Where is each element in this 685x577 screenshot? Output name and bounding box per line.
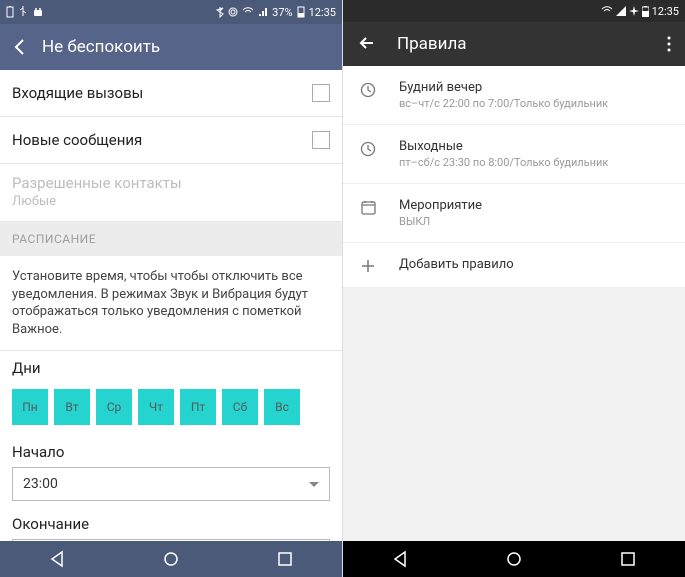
status-bar: 12:35 xyxy=(343,0,685,22)
header-title: Правила xyxy=(397,34,645,54)
airplane-icon xyxy=(629,6,639,16)
battery-status-icon xyxy=(297,6,305,18)
app-header: Не беспокоить xyxy=(0,24,342,70)
left-phone: 37% 12:35 Не беспокоить Входящие вызовы … xyxy=(0,0,343,577)
status-time: 12:35 xyxy=(652,5,679,18)
nav-recent-icon[interactable] xyxy=(619,550,637,568)
day-chip-mon[interactable]: Пн xyxy=(12,389,48,425)
rule-weekend[interactable]: Выходные пт–сб/с 23:30 по 8:00/Только бу… xyxy=(343,125,685,184)
bluetooth-icon xyxy=(216,6,224,18)
rule-secondary: пт–сб/с 23:30 по 8:00/Только будильник xyxy=(399,156,608,169)
clock-icon xyxy=(359,141,377,157)
status-time: 12:35 xyxy=(309,6,336,19)
rule-primary: Добавить правило xyxy=(399,257,514,272)
day-chip-fri[interactable]: Пт xyxy=(180,389,216,425)
nav-home-icon[interactable] xyxy=(505,550,523,568)
incoming-checkbox[interactable] xyxy=(312,84,330,102)
rule-weeknight[interactable]: Будний вечер вс–чт/с 22:00 по 7:00/Тольк… xyxy=(343,66,685,125)
plus-icon xyxy=(359,259,377,273)
rule-primary: Мероприятие xyxy=(399,198,482,213)
wifi-icon xyxy=(601,6,613,16)
day-chip-sun[interactable]: Вс xyxy=(264,389,300,425)
end-label: Окончание xyxy=(12,515,330,533)
row-allowed-contacts: Разрешенные контакты Любые xyxy=(0,164,342,222)
nav-back-icon[interactable] xyxy=(48,550,66,568)
left-content: Входящие вызовы Новые сообщения Разрешен… xyxy=(0,70,342,541)
start-value: 23:00 xyxy=(23,476,58,492)
rule-event[interactable]: Мероприятие ВЫКЛ xyxy=(343,184,685,243)
start-label: Начало xyxy=(12,443,330,461)
signal-icon xyxy=(616,6,626,16)
contacts-primary: Разрешенные контакты xyxy=(12,174,330,192)
days-block: Дни xyxy=(0,351,342,389)
back-icon[interactable] xyxy=(10,37,30,57)
day-chip-sat[interactable]: Сб xyxy=(222,389,258,425)
right-content: Будний вечер вс–чт/с 22:00 по 7:00/Тольк… xyxy=(343,66,685,541)
nav-recent-icon[interactable] xyxy=(276,550,294,568)
row-new-messages[interactable]: Новые сообщения xyxy=(0,117,342,164)
nav-home-icon[interactable] xyxy=(162,550,180,568)
battery-icon xyxy=(642,6,649,17)
app-header: Правила xyxy=(343,22,685,66)
wifi-icon xyxy=(242,7,254,17)
battery-icon xyxy=(6,6,14,18)
android-icon xyxy=(32,6,44,18)
row-incoming-calls[interactable]: Входящие вызовы xyxy=(0,70,342,117)
day-chip-thu[interactable]: Чт xyxy=(138,389,174,425)
back-icon[interactable] xyxy=(357,35,375,53)
nfc-icon xyxy=(228,7,238,17)
day-chip-tue[interactable]: Вт xyxy=(54,389,90,425)
status-bar: 37% 12:35 xyxy=(0,0,342,24)
rule-secondary: ВЫКЛ xyxy=(399,215,482,228)
end-block: Окончание 6:00 на след. день xyxy=(0,507,342,541)
status-right-icons: 37% 12:35 xyxy=(216,6,336,19)
calendar-icon xyxy=(359,200,377,215)
usb-icon xyxy=(18,6,28,18)
days-label: Дни xyxy=(12,359,330,377)
schedule-desc: Установите время, чтобы чтобы отключить … xyxy=(0,256,342,351)
rule-add[interactable]: Добавить правило xyxy=(343,243,685,288)
chevron-down-icon xyxy=(309,482,319,487)
nav-bar xyxy=(0,541,342,577)
rule-primary: Выходные xyxy=(399,139,608,154)
signal-icon xyxy=(258,7,268,17)
start-block: Начало 23:00 xyxy=(0,435,342,507)
messages-label: Новые сообщения xyxy=(12,131,142,149)
rule-primary: Будний вечер xyxy=(399,80,608,95)
nav-bar xyxy=(343,541,685,577)
header-title: Не беспокоить xyxy=(42,37,160,57)
start-select[interactable]: 23:00 xyxy=(12,467,330,501)
days-row: Пн Вт Ср Чт Пт Сб Вс xyxy=(0,389,342,435)
nav-back-icon[interactable] xyxy=(391,550,409,568)
status-left-icons xyxy=(6,6,44,18)
clock-icon xyxy=(359,82,377,98)
right-phone: 12:35 Правила Будний вечер вс–чт/с 22:00… xyxy=(343,0,685,577)
rule-secondary: вс–чт/с 22:00 по 7:00/Только будильник xyxy=(399,97,608,110)
day-chip-wed[interactable]: Ср xyxy=(96,389,132,425)
overflow-icon[interactable] xyxy=(667,36,671,52)
messages-checkbox[interactable] xyxy=(312,131,330,149)
contacts-secondary: Любые xyxy=(12,194,330,209)
schedule-section-header: РАСПИСАНИЕ xyxy=(0,222,342,256)
incoming-label: Входящие вызовы xyxy=(12,84,143,102)
battery-pct: 37% xyxy=(272,6,292,19)
